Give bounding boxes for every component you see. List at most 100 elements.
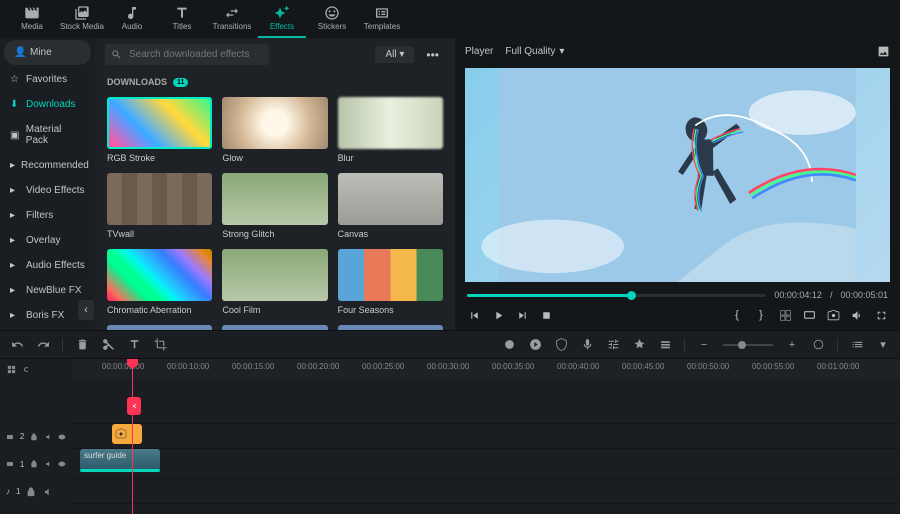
- mute-icon[interactable]: [44, 459, 52, 469]
- video-preview[interactable]: [465, 68, 890, 282]
- effect-thumb-canvas[interactable]: Canvas: [338, 173, 443, 239]
- effect-thumb-more[interactable]: [338, 325, 443, 330]
- effect-thumb-glow[interactable]: Glow: [222, 97, 327, 163]
- downloads-section-header: DOWNLOADS 11: [95, 71, 455, 93]
- render-button[interactable]: [528, 338, 542, 352]
- ruler-tick: 00:00:30:00: [427, 362, 469, 371]
- downloads-count-badge: 11: [173, 78, 188, 87]
- keyframe-button[interactable]: [632, 338, 646, 352]
- tab-templates[interactable]: Templates: [358, 0, 406, 38]
- text-button[interactable]: [127, 338, 141, 352]
- mark-in-button[interactable]: {: [730, 308, 744, 322]
- split-button[interactable]: [101, 338, 115, 352]
- zoom-slider[interactable]: [723, 344, 773, 346]
- next-frame-button[interactable]: [515, 308, 529, 322]
- progress-bar[interactable]: [467, 294, 766, 297]
- sidebar-filters[interactable]: ▸Filters: [0, 203, 95, 228]
- tab-titles[interactable]: Titles: [158, 0, 206, 38]
- effect-thumb-chromatic-aberration[interactable]: Chromatic Aberration: [107, 249, 212, 315]
- zoom-fit-button[interactable]: [811, 338, 825, 352]
- visibility-icon[interactable]: [58, 432, 66, 442]
- ruler-tick: 00:01:00:00: [817, 362, 859, 371]
- lock-icon[interactable]: [30, 432, 38, 442]
- grid-button[interactable]: [778, 308, 792, 322]
- effect-thumb-more[interactable]: [107, 325, 212, 330]
- player-title: Player: [465, 46, 493, 57]
- search-icon: [111, 49, 122, 60]
- ruler-tick: 00:00:50:00: [687, 362, 729, 371]
- playhead[interactable]: [132, 359, 133, 514]
- zoom-in-button[interactable]: +: [785, 338, 799, 352]
- tab-transitions[interactable]: Transitions: [208, 0, 256, 38]
- timeline-ruler[interactable]: 00:00:05:0000:00:10:0000:00:15:0000:00:2…: [72, 359, 900, 379]
- collapse-sidebar-button[interactable]: ‹: [78, 300, 94, 320]
- ruler-tick: 00:00:40:00: [557, 362, 599, 371]
- link-tracks-icon[interactable]: [23, 364, 34, 375]
- effect-thumb-more[interactable]: [222, 325, 327, 330]
- adjust-button[interactable]: [606, 338, 620, 352]
- track-type-icon: [6, 459, 14, 469]
- sidebar-audio-effects[interactable]: ▸Audio Effects: [0, 253, 95, 278]
- quality-dropdown[interactable]: Full Quality ▾: [505, 46, 564, 57]
- sidebar-recommended[interactable]: ▸Recommended: [0, 153, 95, 178]
- lock-icon[interactable]: [30, 459, 38, 469]
- sidebar-downloads[interactable]: ⬇Downloads: [0, 92, 95, 117]
- mute-icon[interactable]: [42, 487, 52, 497]
- track-label: 1: [20, 460, 24, 469]
- crop-button[interactable]: [153, 338, 167, 352]
- tab-audio[interactable]: Audio: [108, 0, 156, 38]
- effect-thumb-tvwall[interactable]: TVwall: [107, 173, 212, 239]
- undo-button[interactable]: [10, 338, 24, 352]
- more-options-button[interactable]: •••: [420, 46, 445, 64]
- track-button[interactable]: [658, 338, 672, 352]
- sidebar-overlay[interactable]: ▸Overlay: [0, 228, 95, 253]
- search-input[interactable]: [105, 44, 269, 65]
- track-label: 2: [20, 432, 24, 441]
- mixer-button[interactable]: [502, 338, 516, 352]
- sidebar-video-effects[interactable]: ▸Video Effects: [0, 178, 95, 203]
- delete-button[interactable]: [75, 338, 89, 352]
- current-time: 00:00:04:12: [774, 290, 822, 300]
- fullscreen-button[interactable]: [874, 308, 888, 322]
- tab-effects[interactable]: Effects: [258, 0, 306, 38]
- tab-stickers[interactable]: Stickers: [308, 0, 356, 38]
- lock-icon[interactable]: [26, 487, 36, 497]
- video-clip[interactable]: surfer guide: [80, 449, 160, 471]
- effect-clip[interactable]: [112, 424, 142, 444]
- track-label: 1: [16, 487, 20, 496]
- sidebar-favorites[interactable]: ☆Favorites: [0, 67, 95, 92]
- sidebar-mine[interactable]: 👤Mine: [4, 40, 91, 65]
- audio-waveform[interactable]: [80, 469, 160, 472]
- lock-tracks-icon[interactable]: [6, 364, 17, 375]
- play-button[interactable]: [491, 308, 505, 322]
- mute-icon[interactable]: [44, 432, 52, 442]
- tab-media[interactable]: Media: [8, 0, 56, 38]
- ruler-tick: 00:00:15:00: [232, 362, 274, 371]
- mark-out-button[interactable]: }: [754, 308, 768, 322]
- effect-thumb-rgb-stroke[interactable]: RGB Stroke: [107, 97, 212, 163]
- snapshot-button[interactable]: [876, 44, 890, 58]
- ruler-tick: 00:00:20:00: [297, 362, 339, 371]
- sidebar-material-pack[interactable]: ▣Material Pack: [0, 117, 95, 153]
- tab-stock-media[interactable]: Stock Media: [58, 0, 106, 38]
- display-button[interactable]: [802, 308, 816, 322]
- track-type-icon: [6, 432, 14, 442]
- effect-thumb-blur[interactable]: Blur: [338, 97, 443, 163]
- visibility-icon[interactable]: [58, 459, 66, 469]
- capture-button[interactable]: [826, 308, 840, 322]
- filter-dropdown[interactable]: All ▾: [375, 46, 414, 63]
- marker-button[interactable]: [554, 338, 568, 352]
- prev-frame-button[interactable]: [467, 308, 481, 322]
- voiceover-button[interactable]: [580, 338, 594, 352]
- effect-thumb-strong-glitch[interactable]: Strong Glitch: [222, 173, 327, 239]
- list-view-button[interactable]: [850, 338, 864, 352]
- settings-view-button[interactable]: ▾: [876, 338, 890, 352]
- volume-button[interactable]: [850, 308, 864, 322]
- zoom-out-button[interactable]: −: [697, 338, 711, 352]
- stop-button[interactable]: [539, 308, 553, 322]
- audio-track-icon: ♪: [6, 487, 10, 496]
- effect-thumb-four-seasons[interactable]: Four Seasons: [338, 249, 443, 315]
- ruler-tick: 00:00:55:00: [752, 362, 794, 371]
- effect-thumb-cool-film[interactable]: Cool Film: [222, 249, 327, 315]
- redo-button[interactable]: [36, 338, 50, 352]
